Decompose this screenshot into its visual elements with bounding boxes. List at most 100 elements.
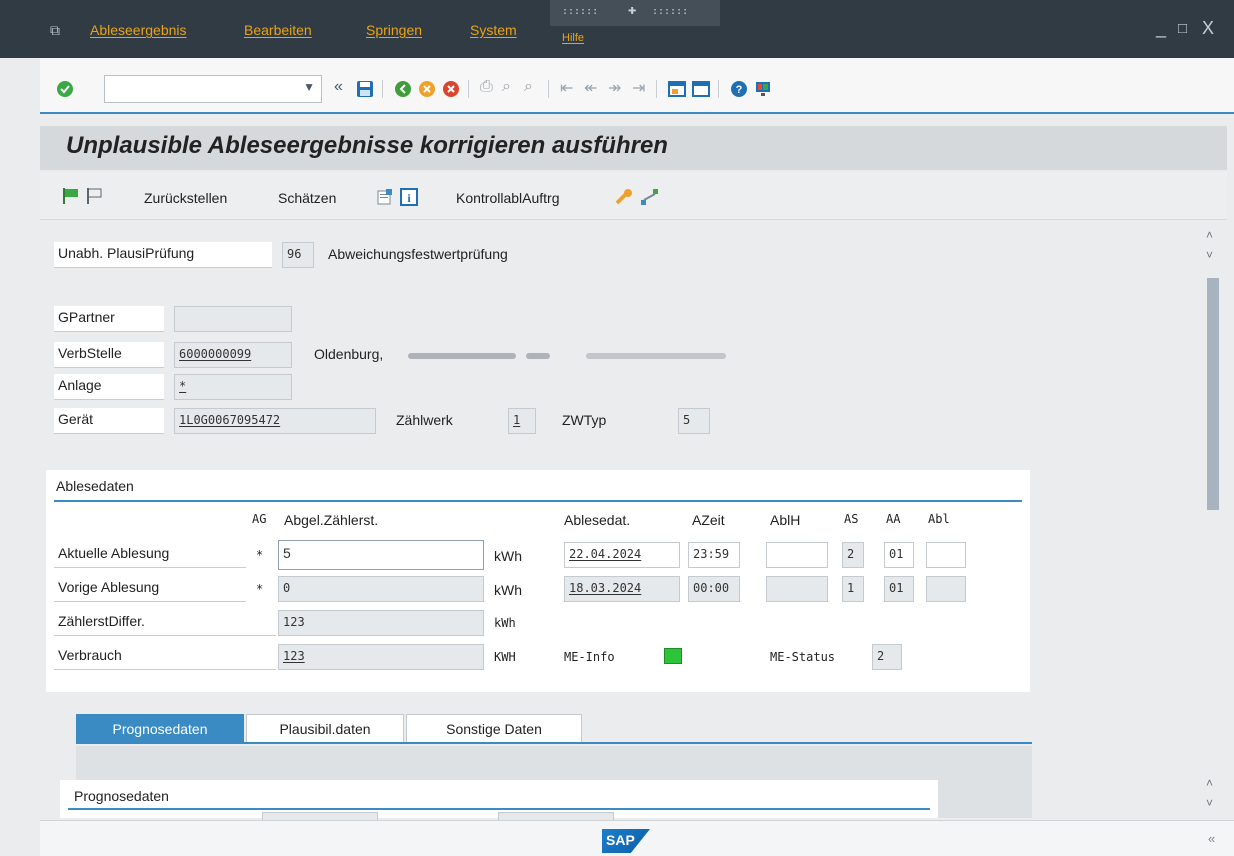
previous-date-field[interactable]: 18.03.2024: [564, 576, 680, 602]
menu-hilfe[interactable]: Hilfe: [562, 32, 584, 44]
page-title: Unplausible Ableseergebnisse korrigieren…: [66, 132, 668, 159]
menu-ableseergebnis[interactable]: Ableseergebnis: [90, 22, 187, 38]
previous-page-icon[interactable]: ↞: [584, 78, 597, 98]
reset-button[interactable]: Zurückstellen: [144, 190, 227, 206]
previous-abl-field: [926, 576, 966, 602]
scroll-up-icon[interactable]: ˄: [1206, 776, 1213, 790]
col-header-aa: AA: [886, 512, 901, 526]
verbrauch-field[interactable]: 123: [278, 644, 484, 670]
command-field[interactable]: ▼: [104, 75, 322, 103]
help-icon[interactable]: ?: [730, 80, 748, 98]
row-label-aktuelle: Aktuelle Ablesung: [54, 542, 246, 568]
exit-icon[interactable]: [418, 80, 436, 98]
first-page-icon[interactable]: ⇤: [560, 78, 573, 98]
scroll-down-icon[interactable]: ˅: [1206, 248, 1213, 262]
previous-as-field: 1: [842, 576, 864, 602]
plaus-description: Abweichungsfestwertprüfung: [328, 246, 508, 262]
plaus-label: Unabh. PlausiPrüfung: [54, 242, 272, 268]
geraet-field[interactable]: 1L0G0067095472: [174, 408, 376, 434]
geraet-label: Gerät: [54, 408, 164, 434]
next-page-icon[interactable]: ↠: [608, 78, 621, 98]
gpartner-field: [174, 306, 292, 332]
control-order-button[interactable]: KontrollablAuftrg: [456, 190, 560, 206]
new-session-icon[interactable]: [668, 80, 686, 98]
mestatus-label: ME-Status: [770, 650, 836, 664]
verbstelle-field[interactable]: 6000000099: [174, 342, 292, 368]
minimize-button[interactable]: _: [1156, 18, 1166, 39]
expand-status-icon[interactable]: «: [1208, 831, 1215, 846]
reading-date-field[interactable]: 22.04.2024: [564, 542, 680, 568]
cancel-icon[interactable]: [442, 80, 460, 98]
svg-text:?: ?: [736, 84, 743, 96]
verbstelle-city: Oldenburg,: [314, 346, 384, 362]
flag-icon[interactable]: [62, 188, 80, 204]
tab-sonstige-daten[interactable]: Sonstige Daten: [406, 714, 582, 744]
chevron-down-icon[interactable]: ▼: [303, 80, 315, 94]
tools-icon[interactable]: [614, 188, 634, 206]
diff-field: 123: [278, 610, 484, 636]
title-bar: Unplausible Ableseergebnisse korrigieren…: [40, 126, 1227, 170]
collapse-icon[interactable]: «: [334, 78, 343, 96]
tab-prognosedaten[interactable]: Prognosedaten: [76, 714, 244, 744]
customize-layout-icon[interactable]: [754, 80, 772, 98]
redacted-address: [526, 353, 550, 359]
ablh-field[interactable]: [766, 542, 828, 568]
window-menu-icon[interactable]: ⧉: [50, 22, 60, 39]
ag-marker: *: [256, 582, 264, 596]
previous-aa-field: 01: [884, 576, 914, 602]
diff-label: ZählerstDiffer.: [54, 610, 276, 636]
enter-check-icon[interactable]: [56, 80, 74, 98]
col-header-abl: Abl: [928, 512, 950, 526]
standard-toolbar: ▼ « ⎙ ⌕ ⌕ ⇤ ↞ ↠ ⇥ ?: [40, 58, 1234, 114]
redacted-address: [586, 353, 726, 359]
restore-button[interactable]: □: [1178, 20, 1187, 37]
plaus-code-field: 96: [282, 242, 314, 268]
print-icon[interactable]: ⎙: [480, 78, 493, 96]
meinfo-status-indicator: [664, 648, 682, 664]
group-title: Ablesedaten: [56, 478, 134, 494]
shortcut-icon[interactable]: [692, 80, 710, 98]
hierarchy-icon[interactable]: [640, 188, 660, 206]
menu-system[interactable]: System: [470, 22, 517, 38]
mestatus-field: 2: [872, 644, 902, 670]
diff-unit: kWh: [494, 616, 516, 630]
verbrauch-unit: KWH: [494, 650, 516, 664]
previous-reading-field: 0: [278, 576, 484, 602]
zwtyp-label: ZWTyp: [562, 412, 607, 428]
current-reading-input[interactable]: 5: [278, 540, 484, 570]
zwtyp-field: 5: [678, 408, 710, 434]
save-icon[interactable]: [356, 80, 374, 98]
anlage-field[interactable]: *: [174, 374, 292, 400]
scroll-up-icon[interactable]: ˄: [1206, 228, 1213, 242]
abl-field[interactable]: [926, 542, 966, 568]
flag-outline-icon[interactable]: [86, 188, 104, 204]
estimate-button[interactable]: Schätzen: [278, 190, 336, 206]
scrollbar[interactable]: ˄ ˅ ˄ ˅: [1200, 222, 1226, 818]
scroll-thumb[interactable]: [1207, 278, 1219, 510]
redacted-address: [408, 353, 516, 359]
unit-label: kWh: [494, 582, 522, 598]
close-button[interactable]: X: [1202, 18, 1214, 39]
col-header-as: AS: [844, 512, 859, 526]
menu-bearbeiten[interactable]: Bearbeiten: [244, 22, 312, 38]
reading-time-field[interactable]: 23:59: [688, 542, 740, 568]
unit-label: kWh: [494, 548, 522, 564]
verbstelle-label: VerbStelle: [54, 342, 164, 368]
previous-time-field: 00:00: [688, 576, 740, 602]
info-icon[interactable]: i: [400, 188, 418, 206]
col-header-ag: AG: [252, 512, 267, 526]
find-next-icon[interactable]: ⌕: [524, 78, 533, 96]
scroll-down-icon[interactable]: ˅: [1206, 796, 1213, 810]
tab-plausibil-daten[interactable]: Plausibil.daten: [246, 714, 404, 744]
anlage-label: Anlage: [54, 374, 164, 400]
col-header-ablesedat: Ablesedat.: [564, 512, 631, 528]
back-icon[interactable]: [394, 80, 412, 98]
last-page-icon[interactable]: ⇥: [632, 78, 645, 98]
menu-springen[interactable]: Springen: [366, 22, 422, 38]
status-bar: SAP «: [40, 820, 1234, 856]
find-icon[interactable]: ⌕: [502, 78, 511, 96]
aa-field[interactable]: 01: [884, 542, 914, 568]
as-field: 2: [842, 542, 864, 568]
display-document-icon[interactable]: [376, 188, 394, 206]
zaehlwerk-field[interactable]: 1: [508, 408, 536, 434]
